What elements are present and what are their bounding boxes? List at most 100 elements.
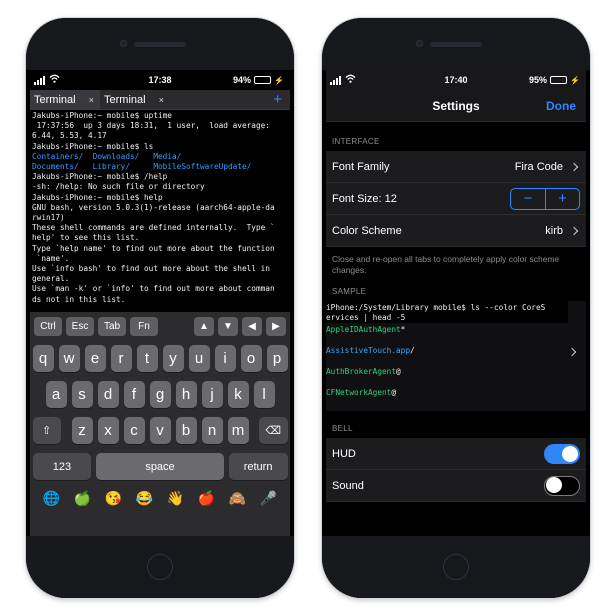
terminal-line: `name'. — [32, 254, 288, 264]
home-button[interactable] — [147, 554, 173, 580]
terminal-text: `name'. — [32, 253, 70, 263]
font-family-label: Font Family — [332, 160, 390, 173]
terminal-text: help' to see this list. — [32, 233, 140, 243]
close-tab-icon[interactable]: × — [89, 95, 94, 105]
key-m[interactable]: m — [227, 417, 249, 444]
numbers-key[interactable]: 123 — [32, 453, 92, 480]
terminal-line: rwin17) — [32, 213, 288, 223]
return-key[interactable]: return — [228, 453, 288, 480]
emoji-suggestion[interactable]: 😂 — [136, 490, 153, 507]
esc-key[interactable]: Esc — [66, 317, 94, 336]
sound-toggle[interactable] — [544, 475, 580, 496]
font-family-row[interactable]: Font Family Fira Code — [326, 151, 586, 183]
sample-entry-suffix: @ — [391, 388, 396, 397]
key-y[interactable]: y — [162, 345, 184, 372]
phone-top-bezel — [322, 18, 590, 70]
tab-terminal-1[interactable]: Terminal × — [30, 90, 100, 109]
emoji-suggestion[interactable]: 🍎 — [198, 490, 215, 507]
key-z[interactable]: z — [71, 417, 93, 444]
key-w[interactable]: w — [58, 345, 80, 372]
globe-icon[interactable]: 🌐 — [43, 490, 60, 507]
sample-entry-suffix: @ — [396, 367, 401, 376]
tab-terminal-2[interactable]: Terminal × — [100, 90, 170, 109]
ctrl-key[interactable]: Ctrl — [34, 317, 62, 336]
terminal-line: ds not in this list. — [32, 295, 288, 305]
font-family-value: Fira Code — [514, 160, 563, 173]
directory-name: Media/ — [153, 151, 182, 161]
key-f[interactable]: f — [123, 381, 145, 408]
key-l[interactable]: l — [253, 381, 275, 408]
emoji-suggestion[interactable]: 😘 — [105, 490, 122, 507]
directory-name: Containers/ — [32, 151, 84, 161]
terminal-line: These shell commands are defined interna… — [32, 223, 288, 233]
key-p[interactable]: p — [266, 345, 288, 372]
terminal-text: 17:37:56 up 3 days 18:31, 1 user, load a… — [32, 121, 270, 131]
key-v[interactable]: v — [149, 417, 171, 444]
key-b[interactable]: b — [175, 417, 197, 444]
directory-name: MobileSoftwareUpdate/ — [153, 162, 252, 172]
color-scheme-row[interactable]: Color Scheme kirb — [326, 215, 586, 247]
terminal-output[interactable]: Jakubs-iPhone:~ mobile$ uptime 17:37:56 … — [30, 110, 290, 332]
shift-key-icon[interactable]: ⇧ — [32, 417, 61, 444]
increase-font-button[interactable]: + — [545, 188, 579, 209]
arrow-right-icon[interactable]: ▶ — [266, 317, 286, 336]
key-s[interactable]: s — [71, 381, 93, 408]
done-button[interactable]: Done — [546, 99, 576, 113]
decrease-font-button[interactable]: − — [511, 189, 545, 209]
space-key[interactable]: space — [96, 453, 224, 480]
hud-label: HUD — [332, 447, 356, 460]
key-r[interactable]: r — [110, 345, 132, 372]
settings-screen: 17:40 95% ⚡ Settings Done INTERFACE Font… — [326, 70, 586, 536]
charging-bolt-icon: ⚡ — [274, 75, 284, 85]
color-scheme-note: Close and re-open all tabs to completely… — [332, 254, 560, 275]
key-x[interactable]: x — [97, 417, 119, 444]
key-n[interactable]: n — [201, 417, 223, 444]
microphone-icon[interactable]: 🎤 — [260, 490, 277, 507]
delete-key-icon[interactable]: ⌫ — [259, 417, 288, 444]
emoji-suggestion[interactable]: 👋 — [167, 490, 184, 507]
key-g[interactable]: g — [149, 381, 171, 408]
arrow-down-icon[interactable]: ▼ — [218, 317, 238, 336]
tab-key[interactable]: Tab — [98, 317, 126, 336]
terminal-line: -sh: /help: No such file or directory — [32, 182, 288, 192]
sample-entry-suffix: * — [400, 325, 406, 334]
close-tab-icon[interactable]: × — [159, 95, 164, 105]
sample-command-line: iPhone:/System/Library mobile$ ls --colo… — [326, 303, 546, 312]
sound-label: Sound — [332, 479, 364, 492]
key-k[interactable]: k — [227, 381, 249, 408]
key-e[interactable]: e — [84, 345, 106, 372]
key-h[interactable]: h — [175, 381, 197, 408]
key-u[interactable]: u — [188, 345, 210, 372]
key-a[interactable]: a — [45, 381, 67, 408]
key-i[interactable]: i — [214, 345, 236, 372]
section-header-sample: SAMPLE — [332, 287, 367, 296]
key-o[interactable]: o — [240, 345, 262, 372]
emoji-suggestion[interactable]: 🙈 — [229, 490, 246, 507]
arrow-up-icon[interactable]: ▲ — [194, 317, 214, 336]
emoji-suggestion[interactable]: 🍏 — [74, 490, 91, 507]
terminal-text: 6.44, 5.53, 4.17 — [32, 131, 107, 141]
charging-bolt-icon: ⚡ — [570, 75, 580, 85]
battery-indicator: 94% ⚡ — [233, 75, 284, 85]
key-j[interactable]: j — [201, 381, 223, 408]
sample-preview[interactable]: iPhone:/System/Library mobile$ ls --colo… — [326, 301, 586, 411]
sound-row: Sound — [326, 470, 586, 502]
key-t[interactable]: t — [136, 345, 158, 372]
add-tab-button[interactable]: + — [265, 90, 290, 109]
key-c[interactable]: c — [123, 417, 145, 444]
key-d[interactable]: d — [97, 381, 119, 408]
hud-toggle[interactable] — [544, 443, 580, 464]
right-phone: 17:40 95% ⚡ Settings Done INTERFACE Font… — [322, 18, 590, 598]
emoji-bar: 🌐 🍏 😘 😂 👋 🍎 🙈 🎤 — [30, 490, 290, 507]
terminal-line: 17:37:56 up 3 days 18:31, 1 user, load a… — [32, 121, 288, 131]
sample-entry-name: AppleIDAuthAgent — [326, 325, 401, 334]
terminal-text: general. — [32, 274, 70, 284]
phone-top-bezel — [26, 18, 294, 70]
key-q[interactable]: q — [32, 345, 54, 372]
fn-key[interactable]: Fn — [130, 317, 158, 336]
arrow-left-icon[interactable]: ◀ — [242, 317, 262, 336]
home-button[interactable] — [443, 554, 469, 580]
directory-name: Downloads/ — [92, 151, 140, 161]
